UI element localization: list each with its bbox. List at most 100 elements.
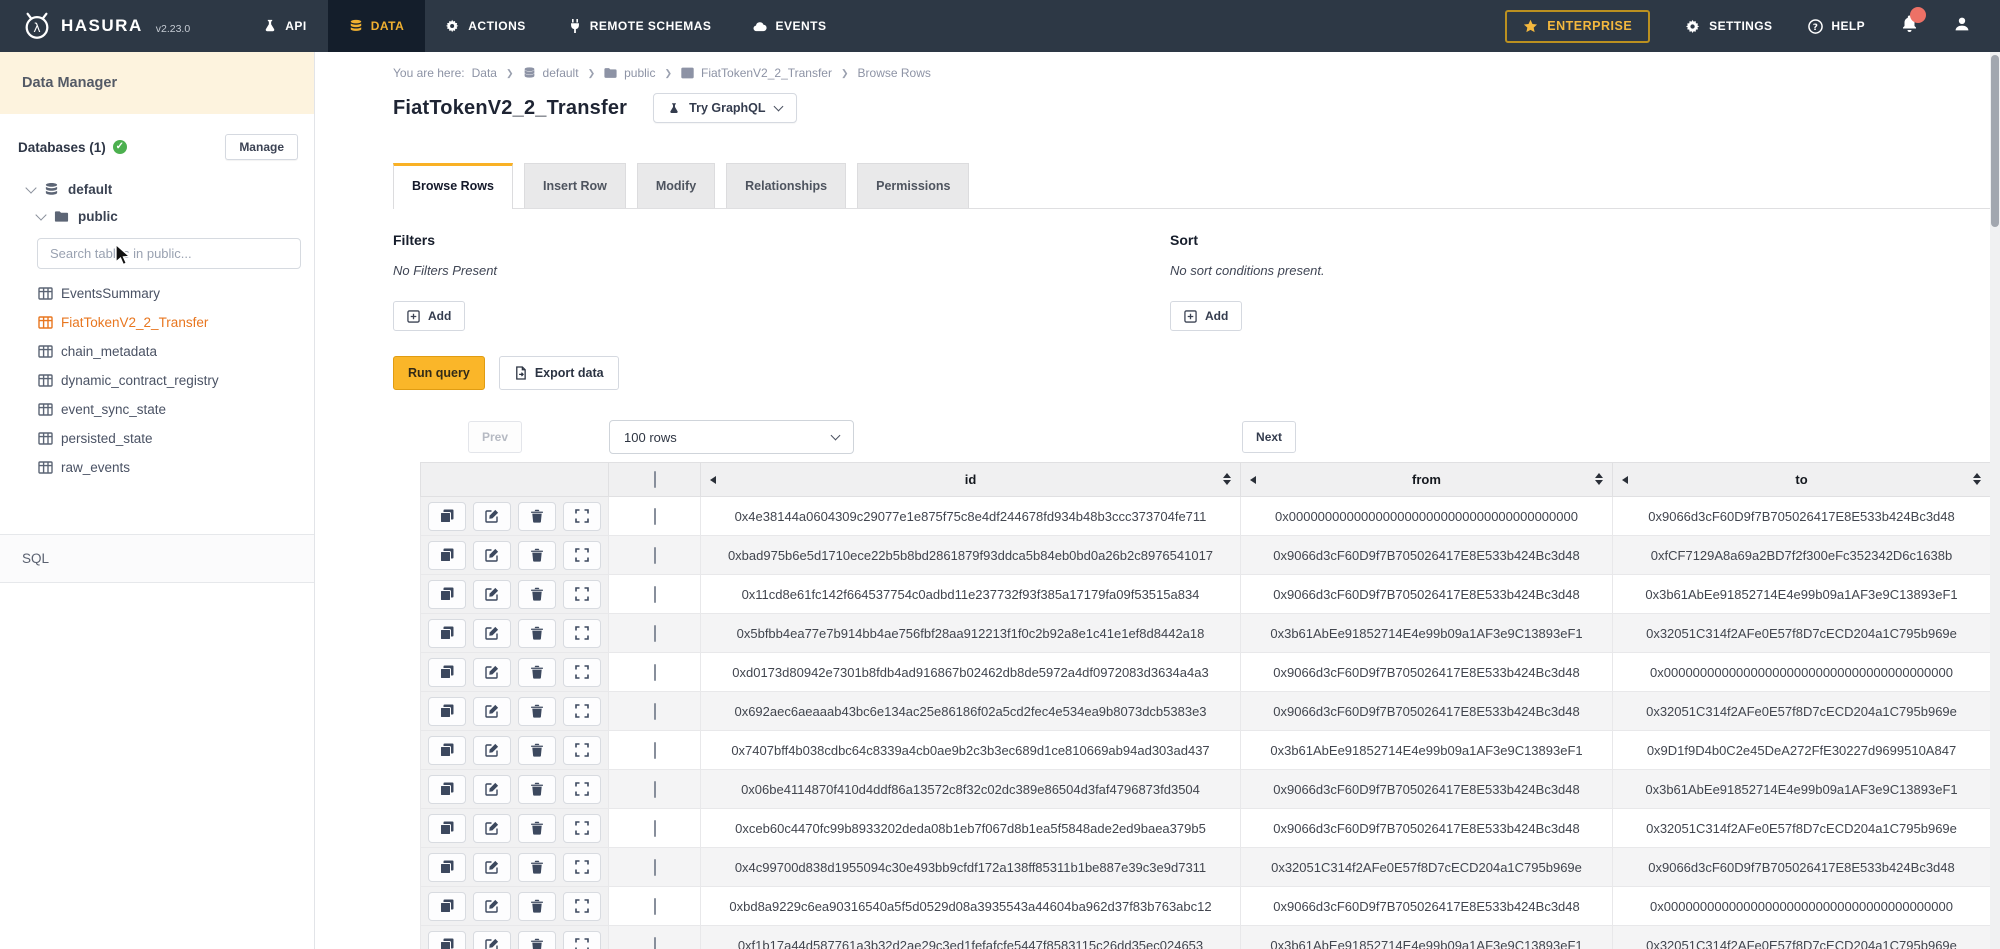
- notifications-button[interactable]: [1901, 15, 1918, 37]
- export-data-button[interactable]: Export data: [499, 356, 619, 390]
- copy-row-button[interactable]: [428, 892, 466, 921]
- delete-row-button[interactable]: [518, 892, 556, 921]
- nav-item-events[interactable]: EVENTS: [732, 0, 847, 52]
- manage-button[interactable]: Manage: [225, 134, 298, 160]
- enterprise-button[interactable]: ENTERPRISE: [1505, 10, 1650, 43]
- column-header-id[interactable]: id: [701, 463, 1241, 497]
- row-checkbox[interactable]: [654, 937, 656, 949]
- row-checkbox[interactable]: [654, 703, 656, 720]
- row-checkbox[interactable]: [654, 742, 656, 759]
- delete-row-button[interactable]: [518, 736, 556, 765]
- column-header-from[interactable]: from: [1241, 463, 1613, 497]
- tab[interactable]: Relationships: [726, 163, 846, 208]
- breadcrumb-data[interactable]: Data: [472, 66, 497, 80]
- expand-row-button[interactable]: [563, 502, 601, 531]
- edit-row-button[interactable]: [473, 736, 511, 765]
- vertical-scrollbar[interactable]: [1990, 52, 2000, 949]
- expand-row-button[interactable]: [563, 619, 601, 648]
- add-sort-button[interactable]: Add: [1170, 301, 1242, 331]
- delete-row-button[interactable]: [518, 697, 556, 726]
- tab[interactable]: Insert Row: [524, 163, 626, 208]
- tree-node-database[interactable]: default: [0, 176, 314, 203]
- delete-row-button[interactable]: [518, 775, 556, 804]
- delete-row-button[interactable]: [518, 541, 556, 570]
- delete-row-button[interactable]: [518, 502, 556, 531]
- copy-row-button[interactable]: [428, 541, 466, 570]
- expand-row-button[interactable]: [563, 736, 601, 765]
- sort-icon[interactable]: [1973, 473, 1981, 485]
- rows-per-page-select[interactable]: 100 rows: [609, 420, 854, 454]
- expand-row-button[interactable]: [563, 697, 601, 726]
- user-menu-button[interactable]: [1954, 16, 1970, 37]
- delete-row-button[interactable]: [518, 814, 556, 843]
- row-checkbox[interactable]: [654, 508, 656, 525]
- run-query-button[interactable]: Run query: [393, 356, 485, 390]
- expand-row-button[interactable]: [563, 658, 601, 687]
- expand-row-button[interactable]: [563, 931, 601, 949]
- sort-icon[interactable]: [1595, 473, 1603, 485]
- edit-row-button[interactable]: [473, 541, 511, 570]
- hasura-logo-area[interactable]: λ HASURA v2.23.0: [0, 0, 190, 52]
- copy-row-button[interactable]: [428, 853, 466, 882]
- help-button[interactable]: ? HELP: [1808, 19, 1865, 34]
- sidebar-sql-section[interactable]: SQL: [0, 534, 314, 583]
- expand-row-button[interactable]: [563, 541, 601, 570]
- sidebar-table-item[interactable]: EventsSummary: [0, 279, 314, 308]
- sidebar-table-item[interactable]: chain_metadata: [0, 337, 314, 366]
- sidebar-table-item[interactable]: FiatTokenV2_2_Transfer: [0, 308, 314, 337]
- copy-row-button[interactable]: [428, 619, 466, 648]
- delete-row-button[interactable]: [518, 853, 556, 882]
- search-tables-input[interactable]: [37, 238, 301, 269]
- row-checkbox[interactable]: [654, 625, 656, 642]
- copy-row-button[interactable]: [428, 775, 466, 804]
- scrollbar-thumb[interactable]: [1991, 55, 1999, 227]
- expand-row-button[interactable]: [563, 775, 601, 804]
- next-page-button[interactable]: Next: [1242, 421, 1296, 453]
- sidebar-table-item[interactable]: persisted_state: [0, 424, 314, 453]
- collapse-column-icon[interactable]: [1250, 476, 1256, 484]
- delete-row-button[interactable]: [518, 619, 556, 648]
- edit-row-button[interactable]: [473, 931, 511, 949]
- row-checkbox[interactable]: [654, 664, 656, 681]
- expand-row-button[interactable]: [563, 580, 601, 609]
- row-checkbox[interactable]: [654, 781, 656, 798]
- nav-item-remote-schemas[interactable]: REMOTE SCHEMAS: [547, 0, 733, 52]
- settings-button[interactable]: SETTINGS: [1686, 19, 1772, 34]
- copy-row-button[interactable]: [428, 580, 466, 609]
- copy-row-button[interactable]: [428, 931, 466, 949]
- collapse-column-icon[interactable]: [1622, 476, 1628, 484]
- copy-row-button[interactable]: [428, 736, 466, 765]
- copy-row-button[interactable]: [428, 658, 466, 687]
- nav-item-data[interactable]: DATA: [328, 0, 426, 52]
- edit-row-button[interactable]: [473, 658, 511, 687]
- breadcrumb-schema[interactable]: public: [624, 66, 655, 80]
- edit-row-button[interactable]: [473, 619, 511, 648]
- row-checkbox[interactable]: [654, 859, 656, 876]
- try-graphql-button[interactable]: Try GraphQL: [653, 93, 796, 123]
- edit-row-button[interactable]: [473, 892, 511, 921]
- edit-row-button[interactable]: [473, 697, 511, 726]
- tab[interactable]: Browse Rows: [393, 163, 513, 209]
- edit-row-button[interactable]: [473, 502, 511, 531]
- delete-row-button[interactable]: [518, 658, 556, 687]
- sort-icon[interactable]: [1223, 473, 1231, 485]
- edit-row-button[interactable]: [473, 814, 511, 843]
- collapse-column-icon[interactable]: [710, 476, 716, 484]
- row-checkbox[interactable]: [654, 820, 656, 837]
- breadcrumb-table[interactable]: FiatTokenV2_2_Transfer: [701, 66, 832, 80]
- row-checkbox[interactable]: [654, 547, 656, 564]
- edit-row-button[interactable]: [473, 580, 511, 609]
- tab[interactable]: Modify: [637, 163, 715, 208]
- row-checkbox[interactable]: [654, 898, 656, 915]
- expand-row-button[interactable]: [563, 892, 601, 921]
- copy-row-button[interactable]: [428, 502, 466, 531]
- tab[interactable]: Permissions: [857, 163, 969, 208]
- add-filter-button[interactable]: Add: [393, 301, 465, 331]
- expand-row-button[interactable]: [563, 853, 601, 882]
- chevron-down-icon[interactable]: [35, 209, 46, 220]
- sidebar-table-item[interactable]: raw_events: [0, 453, 314, 482]
- prev-page-button[interactable]: Prev: [468, 421, 522, 453]
- delete-row-button[interactable]: [518, 931, 556, 949]
- row-checkbox[interactable]: [654, 586, 656, 603]
- tree-node-schema[interactable]: public: [0, 203, 314, 230]
